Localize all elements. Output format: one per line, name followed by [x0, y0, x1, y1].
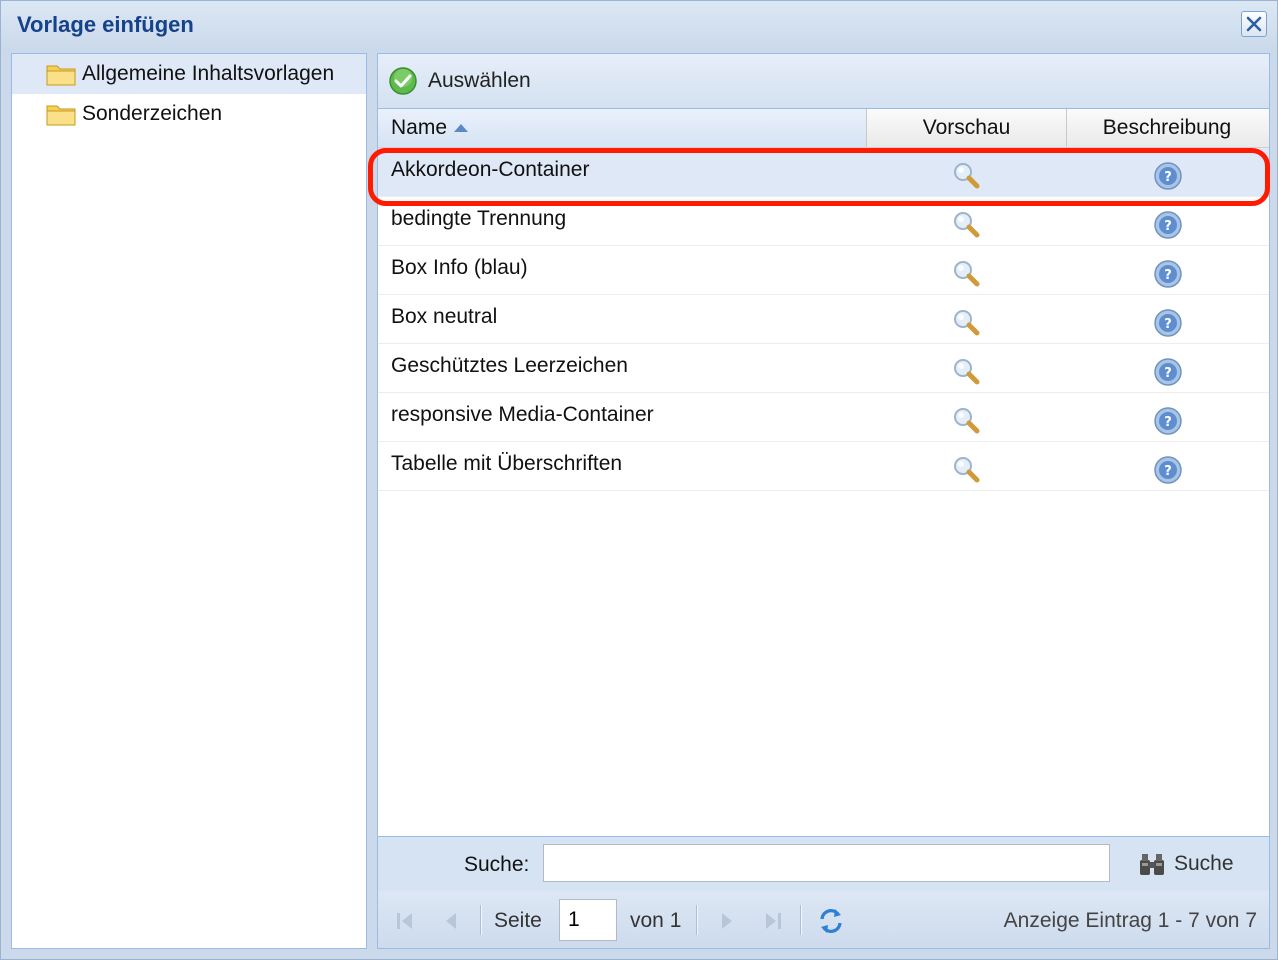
template-grid-panel: Auswählen Name Vorschau Beschreibung Akk… — [377, 53, 1270, 949]
search-label: Suche: — [464, 853, 530, 876]
page-number-input[interactable] — [559, 899, 617, 941]
search-button-label: Suche — [1174, 852, 1234, 875]
template-name: responsive Media-Container — [391, 403, 654, 426]
column-header-name-label: Name — [391, 116, 448, 139]
previous-page-icon[interactable] — [438, 908, 464, 934]
column-header-description[interactable]: Beschreibung — [1067, 109, 1267, 147]
magnifier-icon[interactable] — [951, 405, 981, 435]
search-input[interactable] — [543, 844, 1110, 882]
column-header-preview-label: Vorschau — [922, 116, 1011, 139]
grid-rows: Akkordeon-Container? bedingte Trennung? Bo… — [378, 148, 1269, 491]
sort-ascending-icon — [454, 124, 469, 132]
svg-text:?: ? — [1164, 219, 1172, 234]
svg-text:?: ? — [1164, 464, 1172, 479]
tree-item-allgemeine-inhaltsvorlagen[interactable]: Allgemeine Inhaltsvorlagen — [12, 54, 366, 94]
grid-header: Name Vorschau Beschreibung — [378, 109, 1269, 148]
magnifier-icon[interactable] — [951, 454, 981, 484]
svg-text:?: ? — [1164, 268, 1172, 283]
help-icon[interactable]: ? — [1153, 210, 1183, 240]
help-icon[interactable]: ? — [1153, 308, 1183, 338]
page-label: Seite — [494, 909, 542, 932]
table-row[interactable]: bedingte Trennung? — [378, 197, 1269, 246]
pager-separator — [480, 905, 482, 935]
select-button[interactable]: Auswählen — [388, 64, 531, 98]
select-button-label: Auswählen — [428, 69, 531, 92]
magnifier-icon[interactable] — [951, 307, 981, 337]
tree-item-label: Sonderzeichen — [82, 102, 223, 125]
table-row[interactable]: Geschütztes Leerzeichen? — [378, 344, 1269, 393]
template-category-tree: Allgemeine Inhaltsvorlagen Sonderzeichen — [11, 53, 367, 949]
table-row[interactable]: responsive Media-Container? — [378, 393, 1269, 442]
template-name: Box Info (blau) — [391, 256, 528, 279]
svg-text:?: ? — [1164, 170, 1172, 185]
paging-toolbar: Seite von 1 Anzeige Eintrag 1 - 7 von 7 — [378, 891, 1269, 948]
column-header-description-label: Beschreibung — [1102, 116, 1232, 139]
svg-text:?: ? — [1164, 317, 1172, 332]
last-page-icon[interactable] — [760, 908, 786, 934]
insert-template-dialog: Vorlage einfügen Allgemeine Inhaltsvorla… — [0, 0, 1278, 960]
column-header-preview[interactable]: Vorschau — [867, 109, 1067, 147]
close-icon — [1246, 16, 1262, 32]
pager-separator — [800, 905, 802, 935]
help-icon[interactable]: ? — [1153, 406, 1183, 436]
magnifier-icon[interactable] — [951, 209, 981, 239]
magnifier-icon[interactable] — [951, 356, 981, 386]
template-name: Akkordeon-Container — [391, 158, 590, 181]
help-icon[interactable]: ? — [1153, 357, 1183, 387]
page-count-label: von 1 — [630, 909, 682, 932]
table-row[interactable]: Tabelle mit Überschriften? — [378, 442, 1269, 491]
search-bar: Suche: Suche — [378, 836, 1269, 891]
dialog-title: Vorlage einfügen — [17, 12, 194, 37]
check-circle-icon — [389, 67, 417, 95]
close-button[interactable] — [1241, 11, 1267, 37]
magnifier-icon[interactable] — [951, 160, 981, 190]
help-icon[interactable]: ? — [1153, 259, 1183, 289]
next-page-icon[interactable] — [714, 908, 740, 934]
dialog-titlebar: Vorlage einfügen — [1, 1, 1277, 51]
svg-text:?: ? — [1164, 366, 1172, 381]
paging-info: Anzeige Eintrag 1 - 7 von 7 — [1003, 909, 1257, 932]
table-row[interactable]: Box Info (blau)? — [378, 246, 1269, 295]
template-name: bedingte Trennung — [391, 207, 567, 230]
tree-item-sonderzeichen[interactable]: Sonderzeichen — [12, 94, 366, 134]
magnifier-icon[interactable] — [951, 258, 981, 288]
table-row[interactable]: Box neutral? — [378, 295, 1269, 344]
folder-icon — [46, 65, 76, 86]
table-row[interactable]: Akkordeon-Container? — [378, 148, 1269, 197]
pager-separator — [696, 905, 698, 935]
svg-text:?: ? — [1164, 415, 1172, 430]
help-icon[interactable]: ? — [1153, 455, 1183, 485]
first-page-icon[interactable] — [392, 908, 418, 934]
tree-item-label: Allgemeine Inhaltsvorlagen — [82, 62, 335, 85]
template-name: Geschütztes Leerzeichen — [391, 354, 628, 377]
column-header-name[interactable]: Name — [378, 109, 867, 147]
grid-toolbar: Auswählen — [378, 54, 1269, 109]
refresh-icon[interactable] — [816, 906, 846, 936]
search-button[interactable]: Suche — [1138, 848, 1234, 880]
template-name: Box neutral — [391, 305, 498, 328]
folder-icon — [46, 105, 76, 126]
template-name: Tabelle mit Überschriften — [391, 452, 623, 475]
binoculars-icon — [1140, 854, 1164, 875]
help-icon[interactable]: ? — [1153, 161, 1183, 191]
